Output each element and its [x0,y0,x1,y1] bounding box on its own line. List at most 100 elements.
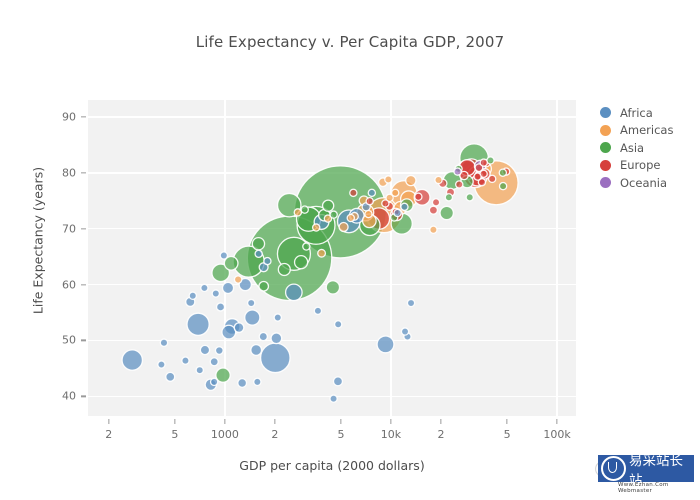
bubble-marker[interactable] [293,208,303,217]
bubble-marker[interactable] [263,256,272,266]
bubble-marker[interactable] [209,357,219,367]
bubble-marker[interactable] [165,371,176,382]
bubble-marker[interactable] [302,242,311,251]
bubble-marker[interactable] [453,167,462,176]
bubble-marker[interactable] [121,349,144,371]
legend-item-asia[interactable]: Asia [600,139,673,157]
x-axis-tick-label: 2 [105,428,113,441]
bubble-marker[interactable] [393,208,402,218]
bubble-marker[interactable] [376,335,395,354]
bubble-marker[interactable] [221,281,235,295]
bubble-marker[interactable] [325,280,341,295]
bubble-marker[interactable] [300,205,309,214]
bubble-marker[interactable] [414,192,423,202]
bubble-marker[interactable] [253,377,262,387]
bubble-marker[interactable] [473,172,482,181]
bubble-marker[interactable] [233,275,243,284]
bubble-marker[interactable] [431,198,441,207]
x-axis-tick-mark [108,419,110,424]
bubble-marker[interactable] [199,344,211,356]
bubble-marker[interactable] [273,313,283,322]
bubble-marker[interactable] [200,283,209,293]
x-axis-tick-mark [174,419,176,424]
bubble-marker[interactable] [277,262,291,277]
bubble-marker[interactable] [270,332,283,345]
bubble-marker[interactable] [188,291,198,300]
bubble-marker[interactable] [186,312,210,337]
legend-swatch-icon [600,159,611,171]
bubble-marker[interactable] [434,175,443,185]
bubble-marker[interactable] [233,322,245,334]
bubble-marker[interactable] [454,180,464,189]
bubble-marker[interactable] [405,174,417,187]
bubble-marker[interactable] [349,188,358,198]
bubble-marker[interactable] [406,298,416,308]
x-axis-tick-mark [506,419,508,424]
legend-item-oceania[interactable]: Oceania [600,174,673,192]
bubble-marker[interactable] [317,248,327,258]
bubble-marker[interactable] [321,199,335,212]
bubble-marker[interactable] [487,174,497,184]
y-axis-tick-label: 40 [62,389,76,403]
bubble-marker[interactable] [246,298,256,308]
bubble-marker[interactable] [181,356,190,365]
bubble-marker[interactable] [237,378,248,388]
bubble-marker[interactable] [209,377,219,387]
bubble-marker[interactable] [159,338,169,348]
y-axis-tick-label: 80 [62,166,76,180]
legend-item-americas[interactable]: Americas [600,122,673,140]
bubble-marker[interactable] [214,346,224,356]
bubble-marker[interactable] [384,175,393,184]
bubble-marker[interactable] [329,210,338,219]
bubble-marker[interactable] [428,205,439,215]
watermark-logo-icon [601,456,626,481]
bubble-marker[interactable] [258,331,269,342]
y-axis-title: Life Expectancy (years) [30,166,46,315]
bubble-marker[interactable] [400,327,410,336]
bubble-marker[interactable] [332,376,344,387]
y-axis-tick-label: 90 [62,110,76,124]
bubble-marker[interactable] [219,251,229,260]
x-axis-tick-label: 5 [503,428,511,441]
bubble-marker[interactable] [479,158,488,167]
bubble-marker[interactable] [346,213,356,223]
bubble-marker[interactable] [465,193,474,202]
bubble-marker[interactable] [498,168,508,177]
y-axis-tick-mark [81,283,86,286]
bubble-marker[interactable] [293,255,309,270]
bubble-marker[interactable] [329,394,338,403]
bubble-marker[interactable] [313,306,323,316]
bubble-marker[interactable] [211,289,221,298]
legend-item-africa[interactable]: Africa [600,104,673,122]
bubble-marker[interactable] [333,320,343,329]
bubble-marker[interactable] [498,181,508,191]
bubble-marker[interactable] [250,343,263,357]
bubble-marker[interactable] [244,309,261,326]
bubble-marker[interactable] [259,342,291,374]
bubble-marker[interactable] [195,365,204,375]
bubble-marker[interactable] [215,302,226,312]
bubble-marker[interactable] [251,236,266,251]
bubble-marker[interactable] [338,221,349,233]
y-axis-tick-label: 60 [62,278,76,292]
legend-item-europe[interactable]: Europe [600,157,673,175]
bubble-marker[interactable] [400,202,409,212]
bubble-marker[interactable] [439,205,455,221]
legend-label: Asia [620,140,645,155]
legend-label: Europe [620,158,661,173]
bubble-marker[interactable] [157,360,166,369]
bubble-marker[interactable] [258,280,270,292]
y-axis-tick-label: 50 [62,333,76,347]
bubble-marker[interactable] [311,223,321,232]
bubble-marker[interactable] [381,199,390,208]
watermark: © 易采站长站 Www.Ezhan.Com Webmaster [592,452,696,494]
bubble-marker[interactable] [364,209,373,219]
bubble-marker[interactable] [221,324,237,340]
bubble-marker[interactable] [365,196,374,206]
bubble-marker[interactable] [444,193,454,202]
bubble-marker[interactable] [429,225,438,235]
x-axis-tick-label: 2 [437,428,445,441]
bubble-marker[interactable] [254,249,263,259]
bubble-marker[interactable] [284,283,303,302]
bubble-marker[interactable] [367,188,377,198]
